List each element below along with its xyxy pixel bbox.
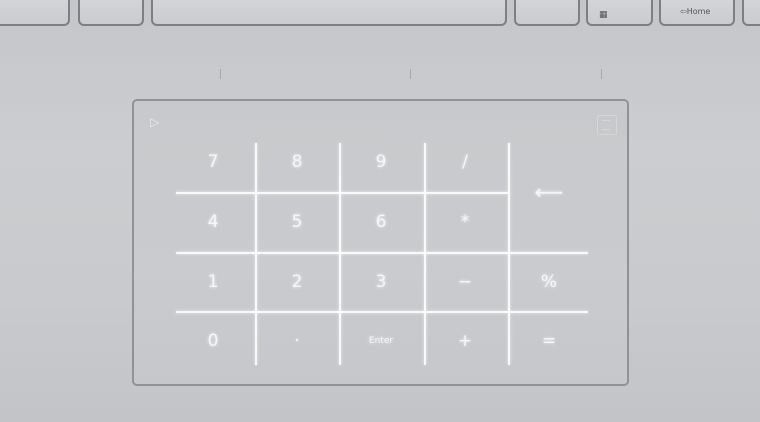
numpad-key-equals[interactable]: = (514, 316, 584, 366)
numpad-key-8[interactable]: 8 (262, 137, 332, 187)
numpad-key-2[interactable]: 2 (262, 257, 332, 307)
key-right-1[interactable] (514, 0, 580, 26)
grid-line (255, 143, 257, 365)
key-left-1[interactable] (0, 0, 70, 26)
numpad-key-3[interactable]: 3 (346, 257, 416, 307)
numpad-key-4[interactable]: 4 (178, 197, 248, 247)
numpad-key-5[interactable]: 5 (262, 197, 332, 247)
separator-tick (410, 69, 411, 79)
numpad-key-percent[interactable]: % (514, 257, 584, 307)
numpad-key-6[interactable]: 6 (346, 197, 416, 247)
grid-line (176, 252, 588, 254)
grid-line (339, 143, 341, 365)
grid-line (508, 143, 510, 365)
numberpad-toggle-icon[interactable]: ▷ (150, 115, 159, 129)
key-left-2[interactable] (78, 0, 144, 26)
numpad-key-7[interactable]: 7 (178, 137, 248, 187)
numpad-key-9[interactable]: 9 (346, 137, 416, 187)
numpad-key-plus[interactable]: + (430, 316, 500, 366)
numpad-key-multiply[interactable]: * (430, 197, 500, 247)
home-key-label: ⇦Home (680, 7, 710, 16)
touchpad-numberpad[interactable]: ▷ 7 8 9 / ⟵ 4 5 6 * 1 2 3 − % 0 · Enter … (132, 99, 629, 386)
calculator-icon[interactable] (597, 115, 617, 135)
spacebar[interactable] (151, 0, 507, 26)
numpad-key-backspace[interactable]: ⟵ (514, 167, 584, 217)
grid-line (424, 143, 426, 365)
grid-line (176, 192, 508, 194)
separator-tick (220, 69, 221, 79)
home-label-text: Home (686, 7, 711, 16)
separator-tick (601, 69, 602, 79)
grid-line (176, 311, 588, 313)
numpad-key-enter[interactable]: Enter (346, 316, 416, 366)
numpad-key-minus[interactable]: − (430, 257, 500, 307)
key-right-4[interactable] (742, 0, 760, 26)
numpad-key-1[interactable]: 1 (178, 257, 248, 307)
keyboard-icon: ▦ (599, 10, 608, 20)
key-right-2[interactable]: ▦ (586, 0, 653, 26)
home-key[interactable]: ⇦Home (659, 0, 735, 26)
numpad-key-0[interactable]: 0 (178, 316, 248, 366)
numpad-key-decimal[interactable]: · (262, 316, 332, 366)
arrow-left-icon: ⇦ (680, 7, 687, 16)
numpad-key-divide[interactable]: / (430, 137, 500, 187)
